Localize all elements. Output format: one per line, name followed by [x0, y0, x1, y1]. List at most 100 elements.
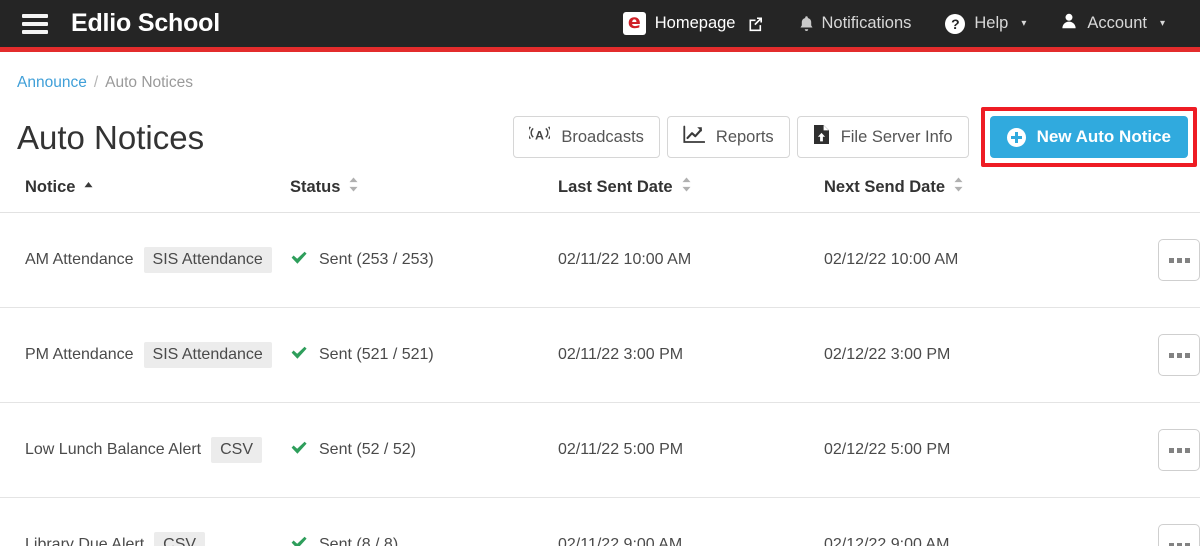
- bell-icon: [798, 15, 813, 32]
- top-nav-items: e Homepage Notifications ? Help ▾ Accoun…: [606, 12, 1182, 35]
- cell-actions: [1110, 212, 1200, 308]
- broadcasts-label: Broadcasts: [561, 127, 644, 146]
- cell-next-send-date: 02/12/22 5:00 PM: [824, 402, 1111, 498]
- cell-actions: [1110, 402, 1200, 498]
- table-body: AM Attendance SIS Attendance Sent (253 / 2…: [0, 212, 1200, 546]
- reports-button[interactable]: Reports: [666, 116, 790, 158]
- row-more-actions-button[interactable]: [1158, 429, 1200, 471]
- sort-both-icon: [680, 176, 693, 198]
- nav-account-label: Account: [1087, 14, 1147, 32]
- dot: [1168, 257, 1174, 263]
- dot: [1184, 352, 1190, 358]
- file-server-info-button[interactable]: File Server Info: [796, 116, 969, 158]
- cell-actions: [1110, 307, 1200, 403]
- edlio-logo-icon: e: [622, 12, 646, 35]
- file-upload-icon: [813, 124, 830, 150]
- notice-name: Low Lunch Balance Alert: [25, 441, 202, 458]
- column-header-notice[interactable]: Notice: [0, 166, 290, 213]
- dot: [1168, 352, 1174, 358]
- column-header-last-sent-date[interactable]: Last Sent Date: [558, 166, 824, 213]
- svg-text:A: A: [535, 128, 544, 142]
- status-text: Sent (521 / 521): [319, 346, 434, 363]
- auto-notices-table: Notice Status Last Sent Date Next Send D…: [0, 166, 1200, 546]
- breadcrumb-link-announce[interactable]: Announce: [17, 74, 87, 92]
- table-row: AM Attendance SIS Attendance Sent (253 / 2…: [0, 212, 1200, 308]
- notice-name: Library Due Alert: [25, 536, 145, 546]
- question-circle-icon: ?: [945, 13, 966, 34]
- cell-notice: AM Attendance SIS Attendance: [0, 212, 290, 308]
- table-row: PM Attendance SIS Attendance Sent (521 / 5…: [0, 307, 1200, 403]
- column-header-next-send-date[interactable]: Next Send Date: [824, 166, 1200, 213]
- cell-notice: PM Attendance SIS Attendance: [0, 307, 290, 403]
- reports-label: Reports: [715, 127, 774, 146]
- chevron-down-icon: ▾: [1159, 18, 1165, 29]
- cell-notice: Library Due Alert CSV: [0, 497, 290, 546]
- nav-item-notifications[interactable]: Notifications: [781, 14, 929, 33]
- nav-item-help[interactable]: ? Help ▾: [928, 13, 1043, 34]
- row-more-actions-button[interactable]: [1158, 239, 1200, 281]
- cell-notice: Low Lunch Balance Alert CSV: [0, 402, 290, 498]
- notice-name: AM Attendance: [25, 251, 134, 268]
- brand-title: Edlio School: [71, 9, 220, 37]
- nav-notifications-label: Notifications: [821, 14, 912, 32]
- cell-actions: [1110, 497, 1200, 546]
- chart-line-icon: [683, 125, 706, 149]
- dot: [1176, 352, 1182, 358]
- page-action-toolbar: A Broadcasts Reports File Server Info Ne…: [513, 107, 1200, 167]
- sort-both-icon: [347, 176, 360, 198]
- breadcrumb: Announce / Auto Notices: [0, 47, 1200, 92]
- chevron-down-icon: ▾: [1021, 18, 1027, 29]
- cell-status: Sent (8 / 8): [290, 497, 558, 546]
- dot: [1176, 257, 1182, 263]
- top-navigation-bar: Edlio School e Homepage Notifications ? …: [0, 0, 1200, 52]
- notice-source-tag: SIS Attendance: [143, 247, 272, 273]
- dot: [1176, 542, 1182, 546]
- plus-circle-icon: [1006, 127, 1026, 147]
- status-text: Sent (253 / 253): [319, 251, 434, 268]
- cell-status: Sent (253 / 253): [290, 212, 558, 308]
- nav-homepage-label: Homepage: [654, 14, 736, 32]
- notice-source-tag: CSV: [211, 437, 263, 463]
- broadcasts-button[interactable]: A Broadcasts: [513, 116, 660, 158]
- dot: [1168, 542, 1174, 546]
- dot: [1168, 447, 1174, 453]
- cell-next-send-date: 02/12/22 9:00 AM: [824, 497, 1111, 546]
- new-auto-notice-button[interactable]: New Auto Notice: [989, 116, 1188, 158]
- nav-help-label: Help: [974, 14, 1009, 32]
- cell-last-sent-date: 02/11/22 3:00 PM: [558, 307, 824, 403]
- broadcast-tower-icon: A: [527, 125, 553, 149]
- dot: [1176, 447, 1182, 453]
- cell-next-send-date: 02/12/22 10:00 AM: [824, 212, 1111, 308]
- dot: [1184, 447, 1190, 453]
- hamburger-menu-icon[interactable]: [22, 13, 48, 34]
- cell-last-sent-date: 02/11/22 9:00 AM: [558, 497, 824, 546]
- column-label-notice: Notice: [25, 177, 76, 196]
- cell-status: Sent (52 / 52): [290, 402, 558, 498]
- user-icon: [1060, 12, 1078, 35]
- new-auto-notice-label: New Auto Notice: [1036, 127, 1171, 146]
- page-header: Auto Notices A Broadcasts Reports File S…: [0, 92, 1200, 167]
- file-server-info-label: File Server Info: [840, 127, 953, 146]
- page-title: Auto Notices: [17, 118, 205, 156]
- new-auto-notice-highlight: New Auto Notice: [980, 107, 1197, 167]
- notice-source-tag: SIS Attendance: [143, 342, 272, 368]
- cell-next-send-date: 02/12/22 3:00 PM: [824, 307, 1111, 403]
- notice-name: PM Attendance: [25, 346, 134, 363]
- check-icon: [290, 440, 308, 461]
- row-more-actions-button[interactable]: [1158, 334, 1200, 376]
- check-icon: [290, 535, 308, 546]
- table-row: Library Due Alert CSV Sent (8 / 8) 02/11/22…: [0, 497, 1200, 546]
- nav-item-account[interactable]: Account ▾: [1043, 12, 1182, 35]
- cell-status: Sent (521 / 521): [290, 307, 558, 403]
- cell-last-sent-date: 02/11/22 5:00 PM: [558, 402, 824, 498]
- row-more-actions-button[interactable]: [1158, 524, 1200, 546]
- cell-last-sent-date: 02/11/22 10:00 AM: [558, 212, 824, 308]
- breadcrumb-separator: /: [93, 74, 99, 91]
- status-text: Sent (52 / 52): [319, 441, 416, 458]
- column-header-status[interactable]: Status: [290, 166, 558, 213]
- nav-item-homepage[interactable]: e Homepage: [606, 12, 781, 35]
- column-label-last-sent: Last Sent Date: [558, 177, 673, 196]
- dot: [1184, 257, 1190, 263]
- table-row: Low Lunch Balance Alert CSV Sent (52 / 52)…: [0, 402, 1200, 498]
- column-label-status: Status: [290, 177, 341, 196]
